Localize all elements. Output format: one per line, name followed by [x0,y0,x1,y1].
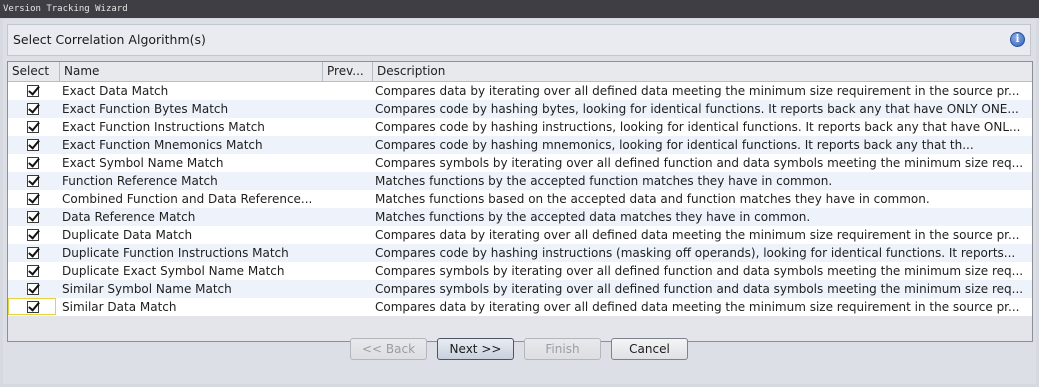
select-checkbox[interactable] [27,211,39,223]
algorithm-name: Exact Symbol Name Match [62,156,224,170]
next-button[interactable]: Next >> [437,338,514,360]
algorithm-name: Duplicate Data Match [62,228,193,242]
table-row[interactable]: Similar Data Match Compares data by itera… [8,298,1032,316]
select-checkbox[interactable] [27,301,39,313]
algorithm-description: Matches functions by the accepted data m… [375,210,811,224]
algorithm-description: Compares data by iterating over all defi… [375,84,1020,98]
select-cell[interactable] [8,190,58,208]
select-cell[interactable] [8,154,58,172]
table-row[interactable]: Duplicate Function Instructions Match Com… [8,244,1032,262]
select-checkbox[interactable] [27,157,39,169]
algorithm-name: Duplicate Exact Symbol Name Match [62,264,285,278]
select-cell[interactable] [8,118,58,136]
back-button[interactable]: << Back [350,338,427,360]
select-cell[interactable] [8,262,58,280]
table-row[interactable]: Function Reference Match Matches function… [8,172,1032,190]
wizard-frame: Select Correlation Algorithm(s) i Select… [3,19,1036,384]
table-row[interactable]: Exact Data Match Compares data by iterati… [8,82,1032,100]
algorithm-description: Matches functions based on the accepted … [375,192,930,206]
column-header-prev[interactable]: Prev... [323,62,373,81]
table-row[interactable]: Duplicate Data Match Compares data by ite… [8,226,1032,244]
column-header-select[interactable]: Select [8,62,60,81]
select-cell[interactable] [8,244,58,262]
algorithm-description: Compares symbols by iterating over all d… [375,156,1024,170]
table-row[interactable]: Data Reference Match Matches functions by… [8,208,1032,226]
select-checkbox[interactable] [27,247,39,259]
table-row[interactable]: Exact Function Mnemonics Match Compares c… [8,136,1032,154]
select-checkbox[interactable] [27,121,39,133]
table-row[interactable]: Similar Symbol Name Match Compares symbol… [8,280,1032,298]
algorithm-name: Duplicate Function Instructions Match [62,246,289,260]
window-title: Version Tracking Wizard [3,4,128,14]
algorithm-name: Similar Symbol Name Match [62,282,232,296]
select-cell[interactable] [8,298,58,316]
back-button-label: << Back [361,342,416,356]
select-checkbox[interactable] [27,193,39,205]
info-icon[interactable]: i [1010,32,1025,47]
algorithm-description: Matches functions by the accepted functi… [375,174,833,188]
algorithm-name: Data Reference Match [62,210,196,224]
algorithm-table[interactable]: Select Name Prev... Description Exact Da… [7,61,1033,342]
select-cell[interactable] [8,136,58,154]
finish-button-label: Finish [545,342,580,356]
cancel-button[interactable]: Cancel [611,338,688,360]
select-cell[interactable] [8,208,58,226]
select-checkbox[interactable] [27,85,39,97]
algorithm-description: Compares data by iterating over all defi… [375,300,1020,314]
algorithm-name: Function Reference Match [62,174,218,188]
algorithm-description: Compares code by hashing mnemonics, look… [375,138,974,152]
select-checkbox[interactable] [27,229,39,241]
column-header-description[interactable]: Description [373,62,1032,81]
algorithm-description: Compares code by hashing bytes, looking … [375,102,1019,116]
algorithm-name: Exact Function Mnemonics Match [62,138,263,152]
algorithm-name: Similar Data Match [62,300,177,314]
select-checkbox[interactable] [27,103,39,115]
window-title-bar[interactable]: Version Tracking Wizard [0,0,1039,18]
next-button-label: Next >> [449,342,502,356]
select-cell[interactable] [8,280,58,298]
select-checkbox[interactable] [27,265,39,277]
select-checkbox[interactable] [27,175,39,187]
table-row[interactable]: Exact Symbol Name Match Compares symbols … [8,154,1032,172]
table-row[interactable]: Combined Function and Data Reference... M… [8,190,1032,208]
select-cell[interactable] [8,82,58,100]
algorithm-name: Exact Function Bytes Match [62,102,229,116]
column-header-name[interactable]: Name [60,62,323,81]
select-cell[interactable] [8,172,58,190]
select-checkbox[interactable] [27,283,39,295]
select-cell[interactable] [8,100,58,118]
table-row[interactable]: Duplicate Exact Symbol Name Match Compare… [8,262,1032,280]
algorithm-name: Exact Data Match [62,84,169,98]
table-row[interactable]: Exact Function Bytes Match Compares code … [8,100,1032,118]
algorithm-description: Compares symbols by iterating over all d… [375,264,1024,278]
table-header: Select Name Prev... Description [8,62,1032,82]
panel-title: Select Correlation Algorithm(s) [13,32,206,47]
algorithm-name: Combined Function and Data Reference... [62,192,313,206]
algorithm-description: Compares symbols by iterating over all d… [375,282,1024,296]
algorithm-description: Compares data by iterating over all defi… [375,228,1020,242]
algorithm-name: Exact Function Instructions Match [62,120,265,134]
finish-button[interactable]: Finish [524,338,601,360]
panel-header: Select Correlation Algorithm(s) i [7,24,1031,56]
algorithm-description: Compares code by hashing instructions, l… [375,120,1021,134]
select-checkbox[interactable] [27,139,39,151]
algorithm-description: Compares code by hashing instructions (m… [375,246,1016,260]
select-cell[interactable] [8,226,58,244]
table-row[interactable]: Exact Function Instructions Match Compare… [8,118,1032,136]
cancel-button-label: Cancel [629,342,670,356]
